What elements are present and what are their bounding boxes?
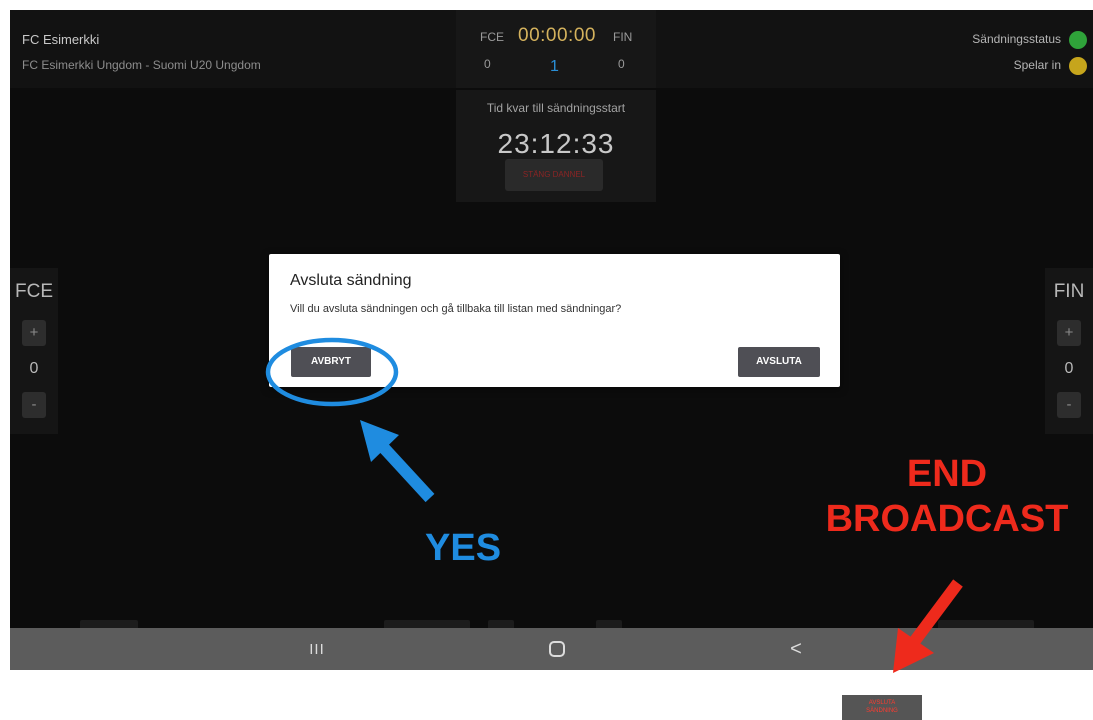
yes-arrow-shaft [378,442,435,503]
end-broadcast-button[interactable]: AVSLUTA SÄNDNING [842,695,922,720]
end-annotation-line1: END [906,453,988,495]
yes-annotation: YES [425,527,502,569]
end-button-label-line2: SÄNDNING [866,708,898,714]
end-button-label-line1: AVSLUTA [868,700,896,706]
end-annotation-line2: BROADCAST [825,498,1069,540]
highlight-ellipse [265,337,399,407]
end-broadcast-annotation: END BROADCAST [808,452,1086,542]
end-arrow-shaft [909,579,963,646]
annotation-overlay [265,337,963,673]
